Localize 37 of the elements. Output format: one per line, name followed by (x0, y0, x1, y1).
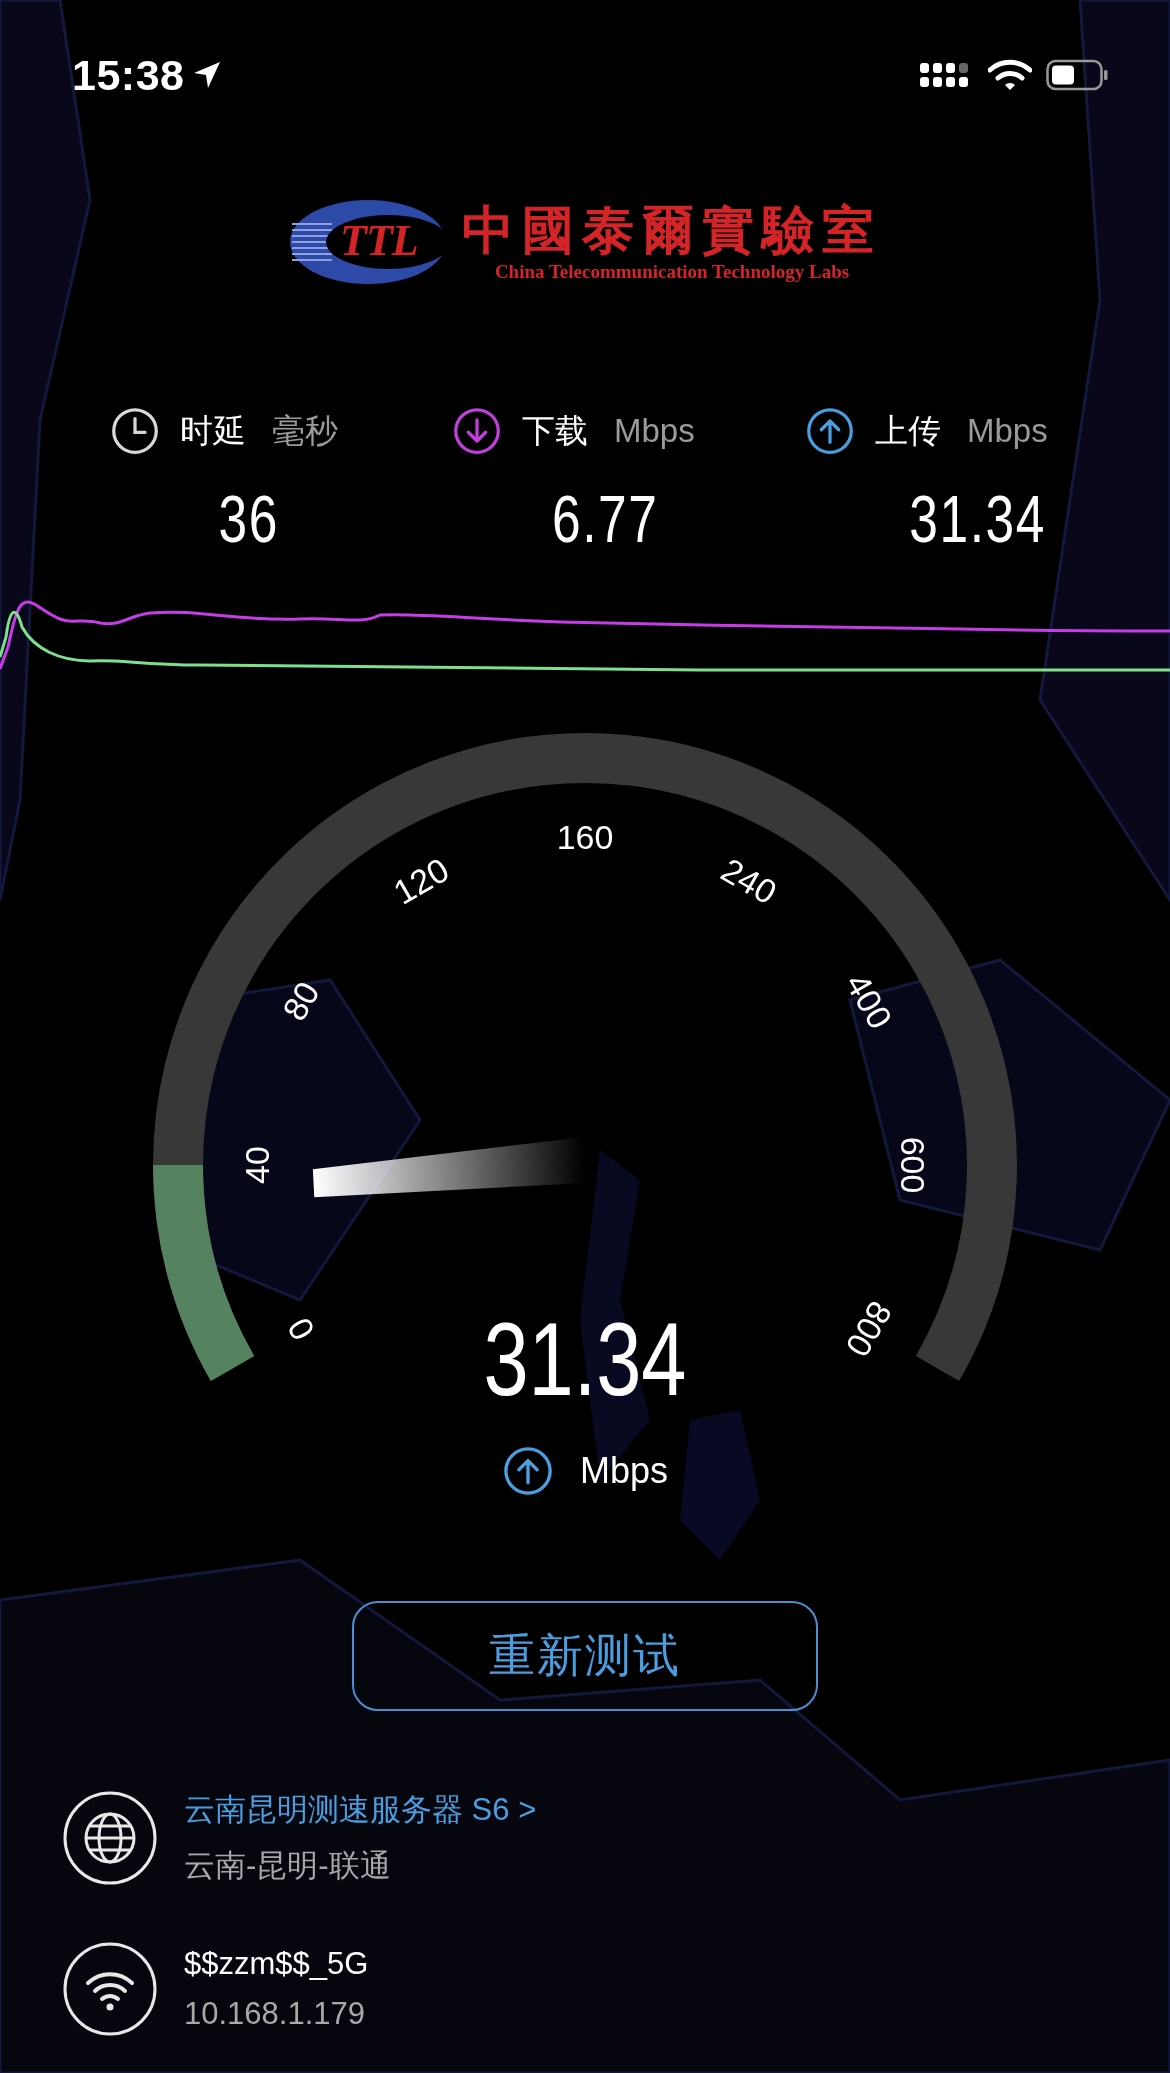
gauge-tick-label: 160 (556, 818, 614, 856)
logo-title: 中國泰爾實驗室 (462, 201, 882, 261)
server-link[interactable]: 云南昆明测速服务器 S6 > (184, 1789, 537, 1831)
wifi-icon (62, 1941, 158, 2037)
ip-address: 10.168.1.179 (184, 1996, 366, 2032)
metric-value: 6.77 (552, 481, 659, 557)
clock-icon (110, 406, 160, 456)
globe-icon (62, 1790, 158, 1886)
gauge-tick-label: 240 (714, 850, 784, 912)
status-time: 15:38 (72, 50, 185, 100)
metric-unit: 毫秒 (272, 411, 338, 449)
metric-value: 31.34 (909, 481, 1046, 557)
speed-reading: 31.34 (483, 1301, 687, 1415)
metric-unit: Mbps (967, 411, 1048, 449)
gauge-tick-label: 400 (838, 966, 900, 1036)
gauge-tick-label: 120 (386, 850, 456, 912)
upload-icon (805, 406, 855, 456)
metric-label: 上传 (875, 411, 941, 449)
logo-subtitle: China Telecommunication Technology Labs (494, 261, 850, 283)
metric-label: 时延 (180, 411, 246, 449)
gauge-tick-label: 600 (894, 1136, 932, 1194)
metric-label: 下载 (522, 411, 588, 449)
upload-icon (502, 1445, 554, 1497)
download-icon (452, 406, 502, 456)
gauge-tick-label: 40 (238, 1146, 276, 1184)
metric-unit: Mbps (614, 411, 695, 449)
speed-unit: Mbps (580, 1450, 668, 1492)
battery-icon (1046, 59, 1108, 91)
retest-button[interactable]: 重新测试 (352, 1601, 818, 1711)
server-location: 云南-昆明-联通 (184, 1847, 392, 1885)
gauge-tick-label: 800 (838, 1294, 900, 1364)
metric-value: 36 (218, 481, 279, 557)
network-name: $$zzm$$_5G (184, 1946, 369, 1982)
location-arrow-icon (192, 60, 223, 90)
gauge-tick-label: 0 (279, 1311, 323, 1347)
wifi-icon (988, 59, 1032, 91)
gauge-tick-label: 80 (275, 975, 327, 1027)
